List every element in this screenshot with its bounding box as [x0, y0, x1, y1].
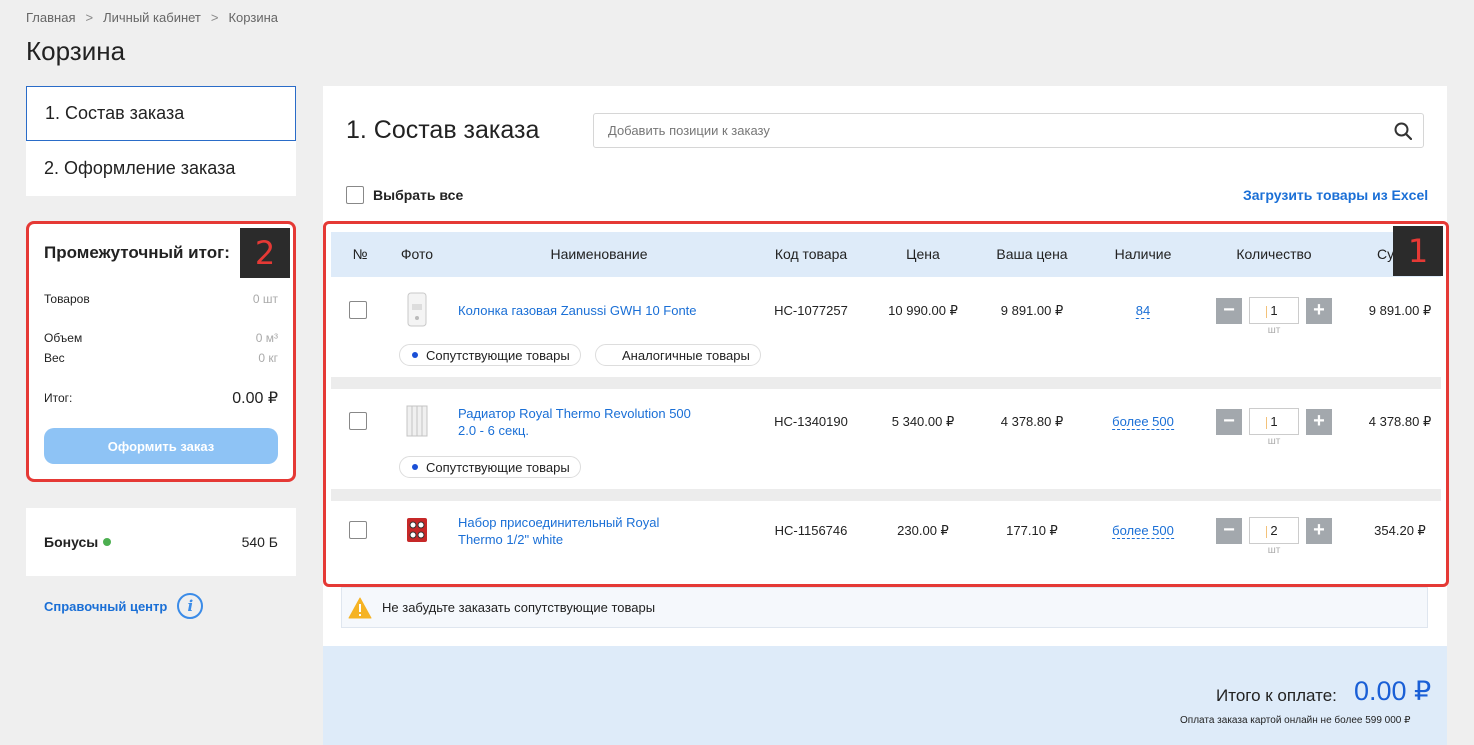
- help-center-link[interactable]: Справочный центр i: [44, 593, 204, 619]
- section-title: 1. Состав заказа: [346, 116, 540, 144]
- select-all-label[interactable]: Выбрать все: [373, 187, 463, 203]
- subtotal-panel: Промежуточный итог: 2 Товаров 0 шт Объем…: [26, 221, 296, 482]
- notice-text: Не забудьте заказать сопутствующие товар…: [382, 600, 656, 615]
- items-value: 0 шт: [252, 292, 278, 306]
- weight-label: Вес: [44, 351, 65, 365]
- annotation-marker-1: 1: [1393, 226, 1443, 276]
- volume-value: 0 м³: [255, 331, 278, 345]
- volume-label: Объем: [44, 331, 83, 345]
- weight-row: Вес 0 кг: [44, 351, 278, 365]
- total-value: 0.00 ₽: [232, 390, 278, 407]
- select-all-checkbox[interactable]: [346, 186, 364, 204]
- total-label: Итог:: [44, 391, 73, 405]
- search-icon[interactable]: [1383, 114, 1423, 147]
- reminder-notice: Не забудьте заказать сопутствующие товар…: [341, 587, 1428, 628]
- subtotal-title: Промежуточный итог:: [44, 243, 230, 262]
- select-all[interactable]: Выбрать все: [346, 186, 463, 204]
- breadcrumb: Главная > Личный кабинет > Корзина: [26, 10, 278, 25]
- page-title: Корзина: [26, 36, 126, 66]
- cart-table-highlight: [323, 221, 1449, 587]
- payment-total-label: Итого к оплате:: [1216, 686, 1337, 705]
- add-items-search: [593, 113, 1424, 148]
- bonus-dot-icon: [103, 538, 112, 546]
- warning-icon: [348, 597, 372, 618]
- bonus-label: Бонусы: [44, 534, 99, 550]
- bonus-panel: Бонусы 540 Б: [26, 508, 296, 576]
- step-composition[interactable]: 1. Состав заказа: [26, 86, 296, 141]
- info-icon[interactable]: i: [177, 593, 204, 619]
- breadcrumb-home[interactable]: Главная: [26, 10, 75, 25]
- payment-total-amount: 0.00 ₽: [1354, 676, 1432, 706]
- bonus-value: 540 Б: [241, 534, 278, 550]
- breadcrumb-separator: >: [85, 10, 94, 25]
- weight-value: 0 кг: [258, 351, 278, 365]
- excel-upload-link[interactable]: Загрузить товары из Excel: [1243, 187, 1428, 203]
- annotation-marker-2: 2: [240, 228, 290, 278]
- volume-row: Объем 0 м³: [44, 331, 278, 345]
- search-input[interactable]: [608, 123, 1383, 138]
- step-checkout[interactable]: 2. Оформление заказа: [26, 141, 296, 196]
- items-count-row: Товаров 0 шт: [44, 292, 278, 306]
- items-label: Товаров: [44, 292, 90, 306]
- place-order-button[interactable]: Оформить заказ: [44, 428, 278, 464]
- payment-limit-note: Оплата заказа картой онлайн не более 599…: [1180, 715, 1411, 726]
- breadcrumb-separator: >: [210, 10, 219, 25]
- order-steps: 1. Состав заказа 2. Оформление заказа: [26, 86, 296, 196]
- breadcrumb-account[interactable]: Личный кабинет: [103, 10, 201, 25]
- total-row: Итог: 0.00 ₽: [44, 388, 278, 408]
- bonus-label-wrap: Бонусы: [44, 534, 112, 550]
- breadcrumb-cart: Корзина: [228, 10, 279, 25]
- help-center-label[interactable]: Справочный центр: [44, 599, 167, 614]
